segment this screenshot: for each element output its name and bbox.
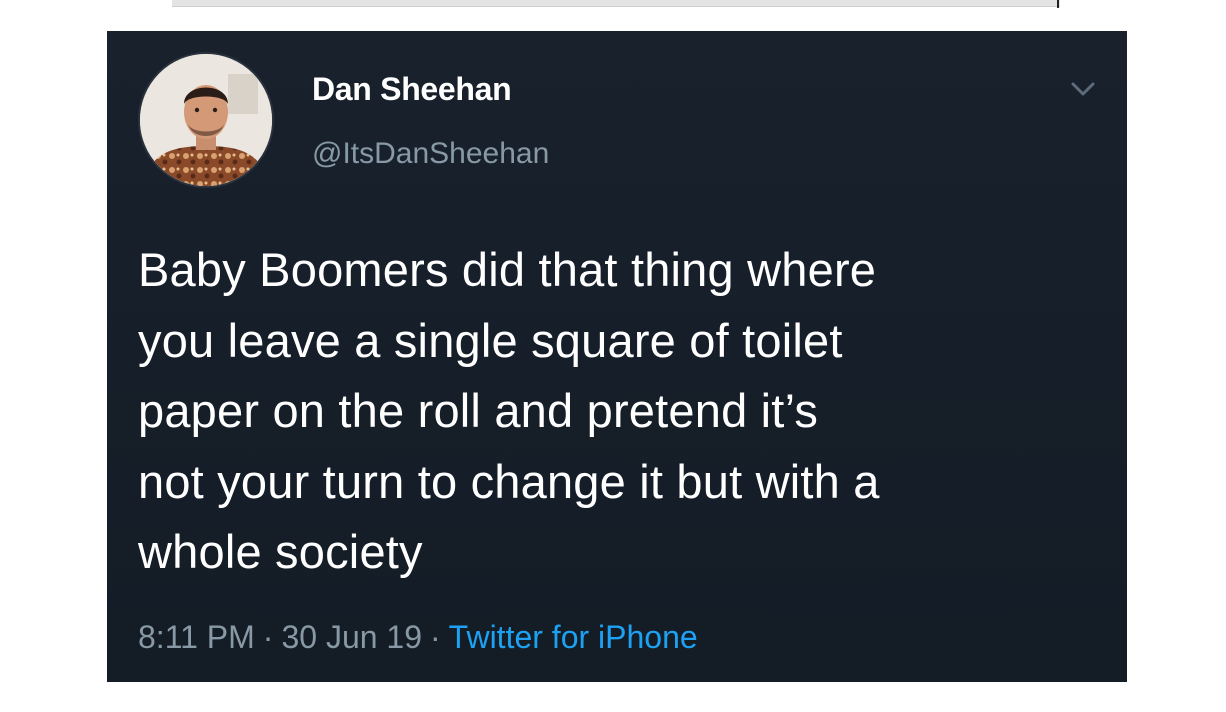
chevron-down-icon[interactable] — [1070, 79, 1096, 99]
tweet-text-line: you leave a single square of toilet — [138, 313, 843, 367]
avatar[interactable] — [138, 52, 274, 188]
tweet-source-link[interactable]: Twitter for iPhone — [449, 619, 698, 655]
top-divider-edge — [1057, 0, 1059, 8]
tweet-card: Dan Sheehan @ItsDanSheehan Baby Boomers … — [107, 31, 1127, 682]
tweet-text-line: whole society — [138, 525, 423, 578]
meta-separator: · — [262, 619, 274, 655]
user-photo-avatar-icon — [140, 54, 272, 186]
display-name[interactable]: Dan Sheehan — [312, 71, 512, 108]
tweet-text-line: paper on the roll and pretend it’s — [138, 384, 819, 437]
tweet-date[interactable]: 30 Jun 19 — [281, 619, 422, 655]
tweet-text: Baby Boomers did that thing where you le… — [138, 235, 1098, 588]
top-divider-strip — [172, 0, 1060, 7]
meta-separator: · — [430, 619, 441, 655]
tweet-text-line: Baby Boomers did that thing where — [138, 243, 877, 296]
tweet-time[interactable]: 8:11 PM — [138, 619, 255, 655]
tweet-text-line: not your turn to change it but with a — [138, 454, 880, 508]
user-handle[interactable]: @ItsDanSheehan — [312, 137, 549, 171]
tweet-meta: 8:11 PM · 30 Jun 19 · Twitter for iPhone — [138, 619, 698, 656]
